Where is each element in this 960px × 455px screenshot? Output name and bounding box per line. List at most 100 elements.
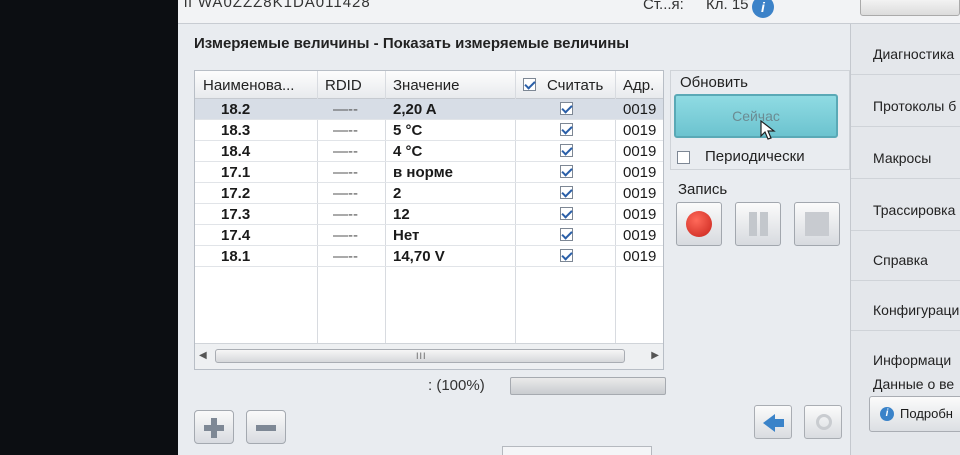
cell-name: 17.3 [221,206,251,223]
cell-name: 17.1 [221,164,251,181]
sidebar-item-tracing[interactable]: Трассировка [873,202,955,218]
info-icon[interactable]: i [752,0,774,18]
cell-value: 5 °C [393,122,423,139]
remove-button[interactable] [246,410,286,444]
top-status-bar: ll WA0ZZZ8K1DA011428 Ст...я: Кл. 15 i [178,0,960,24]
sidebar: Диагностика Протоколы б Макросы Трассиро… [850,24,960,455]
read-checkbox[interactable] [560,228,573,245]
cell-address: 0019 [623,164,657,181]
read-checkbox[interactable] [560,102,573,119]
stop-icon [805,212,829,236]
top-right-button[interactable] [860,0,960,16]
cell-address: 0019 [623,143,657,160]
read-checkbox[interactable] [560,144,573,161]
divider [851,178,960,179]
sidebar-item-protocols[interactable]: Протоколы б [873,98,956,114]
details-button-label: Подробн [900,406,953,421]
read-checkbox[interactable] [560,165,573,182]
column-header-value[interactable]: Значение [393,77,460,94]
cell-value: 2 [393,185,402,202]
cell-rdid: —-- [333,227,358,244]
cell-value: в норме [393,164,454,181]
column-header-read[interactable]: Считать [547,77,603,94]
record-pause-button[interactable] [735,202,781,246]
table-row[interactable]: 18.2 —-- 2,20 A 0019 [195,99,663,120]
table-row[interactable]: 17.4 —-- Нет 0019 [195,225,663,246]
cell-value: 12 [393,206,410,223]
cell-value: 4 °C [393,143,423,160]
periodic-label: Периодически [705,148,805,165]
vehicle-vin: ll WA0ZZZ8K1DA011428 [184,0,371,11]
read-checkbox[interactable] [560,249,573,266]
record-icon [686,211,712,237]
cell-address: 0019 [623,101,657,118]
checkbox-icon [560,144,573,157]
details-button[interactable]: i Подробн [869,396,960,432]
table-row[interactable]: 17.1 —-- в норме 0019 [195,162,663,183]
column-header-rdid[interactable]: RDID [325,77,362,94]
pause-icon [760,212,768,236]
progress-bar [510,377,666,395]
read-checkbox[interactable] [560,123,573,140]
sidebar-item-configuration[interactable]: Конфигураци [873,302,959,318]
record-group-label: Запись [678,181,728,198]
cell-rdid: —-- [333,143,358,160]
cell-name: 18.1 [221,248,251,265]
record-start-button[interactable] [676,202,722,246]
back-button[interactable] [754,405,792,439]
table-header: Наименова... RDID Значение Считать Адр. [195,71,663,99]
table-row[interactable]: 18.4 —-- 4 °C 0019 [195,141,663,162]
scrollbar-thumb[interactable]: III [215,349,625,363]
cell-name: 18.3 [221,122,251,139]
cell-rdid: —-- [333,248,358,265]
cell-value: 14,70 V [393,248,445,265]
table-row[interactable]: 17.2 —-- 2 0019 [195,183,663,204]
horizontal-scrollbar[interactable]: ◀ III ▶ [195,343,663,369]
sidebar-item-info[interactable]: Информаци [873,352,951,368]
column-header-address[interactable]: Адр. [623,77,654,94]
sidebar-item-help[interactable]: Справка [873,252,928,268]
add-button[interactable] [194,410,234,444]
checkbox-icon [523,78,536,91]
checkbox-icon [677,151,690,164]
scroll-right-icon[interactable]: ▶ [651,350,659,361]
status-label: Ст...я: [643,0,684,13]
update-group-label: Обновить [678,74,750,91]
table-row[interactable]: 18.3 —-- 5 °C 0019 [195,120,663,141]
checkbox-icon [560,186,573,199]
read-checkbox[interactable] [560,207,573,224]
column-header-name[interactable]: Наименова... [203,77,313,94]
table-body: 18.2 —-- 2,20 A 0019 18.3 —-- 5 °C 0019 18.4 —-- 4… [195,99,663,267]
scroll-left-icon[interactable]: ◀ [199,350,207,361]
cell-address: 0019 [623,206,657,223]
cell-address: 0019 [623,227,657,244]
info-icon: i [880,407,894,421]
mouse-cursor-icon [760,120,776,140]
forward-button[interactable] [804,405,842,439]
sidebar-item-diagnostics[interactable]: Диагностика [873,46,954,62]
checkbox-icon [560,165,573,178]
divider [851,126,960,127]
plus-icon [211,418,217,438]
checkbox-icon [560,207,573,220]
refresh-now-button[interactable]: Сейчас [674,94,838,138]
cell-name: 18.2 [221,101,251,118]
table-row[interactable]: 18.1 —-- 14,70 V 0019 [195,246,663,267]
vehicle-data-label: Данные о ве [873,376,955,392]
terminal-15-label: Кл. 15 [706,0,749,13]
read-all-checkbox[interactable] [523,78,536,95]
periodic-checkbox[interactable] [677,151,690,169]
read-checkbox[interactable] [560,186,573,203]
sidebar-item-macros[interactable]: Макросы [873,150,931,166]
bottom-input-field[interactable] [502,446,652,455]
divider [851,74,960,75]
checkbox-icon [560,228,573,241]
scroll-grip: III [416,351,427,361]
cell-value: 2,20 A [393,101,437,118]
checkbox-icon [560,249,573,262]
cell-rdid: —-- [333,101,358,118]
table-row[interactable]: 17.3 —-- 12 0019 [195,204,663,225]
cell-rdid: —-- [333,206,358,223]
record-stop-button[interactable] [794,202,840,246]
cell-address: 0019 [623,122,657,139]
